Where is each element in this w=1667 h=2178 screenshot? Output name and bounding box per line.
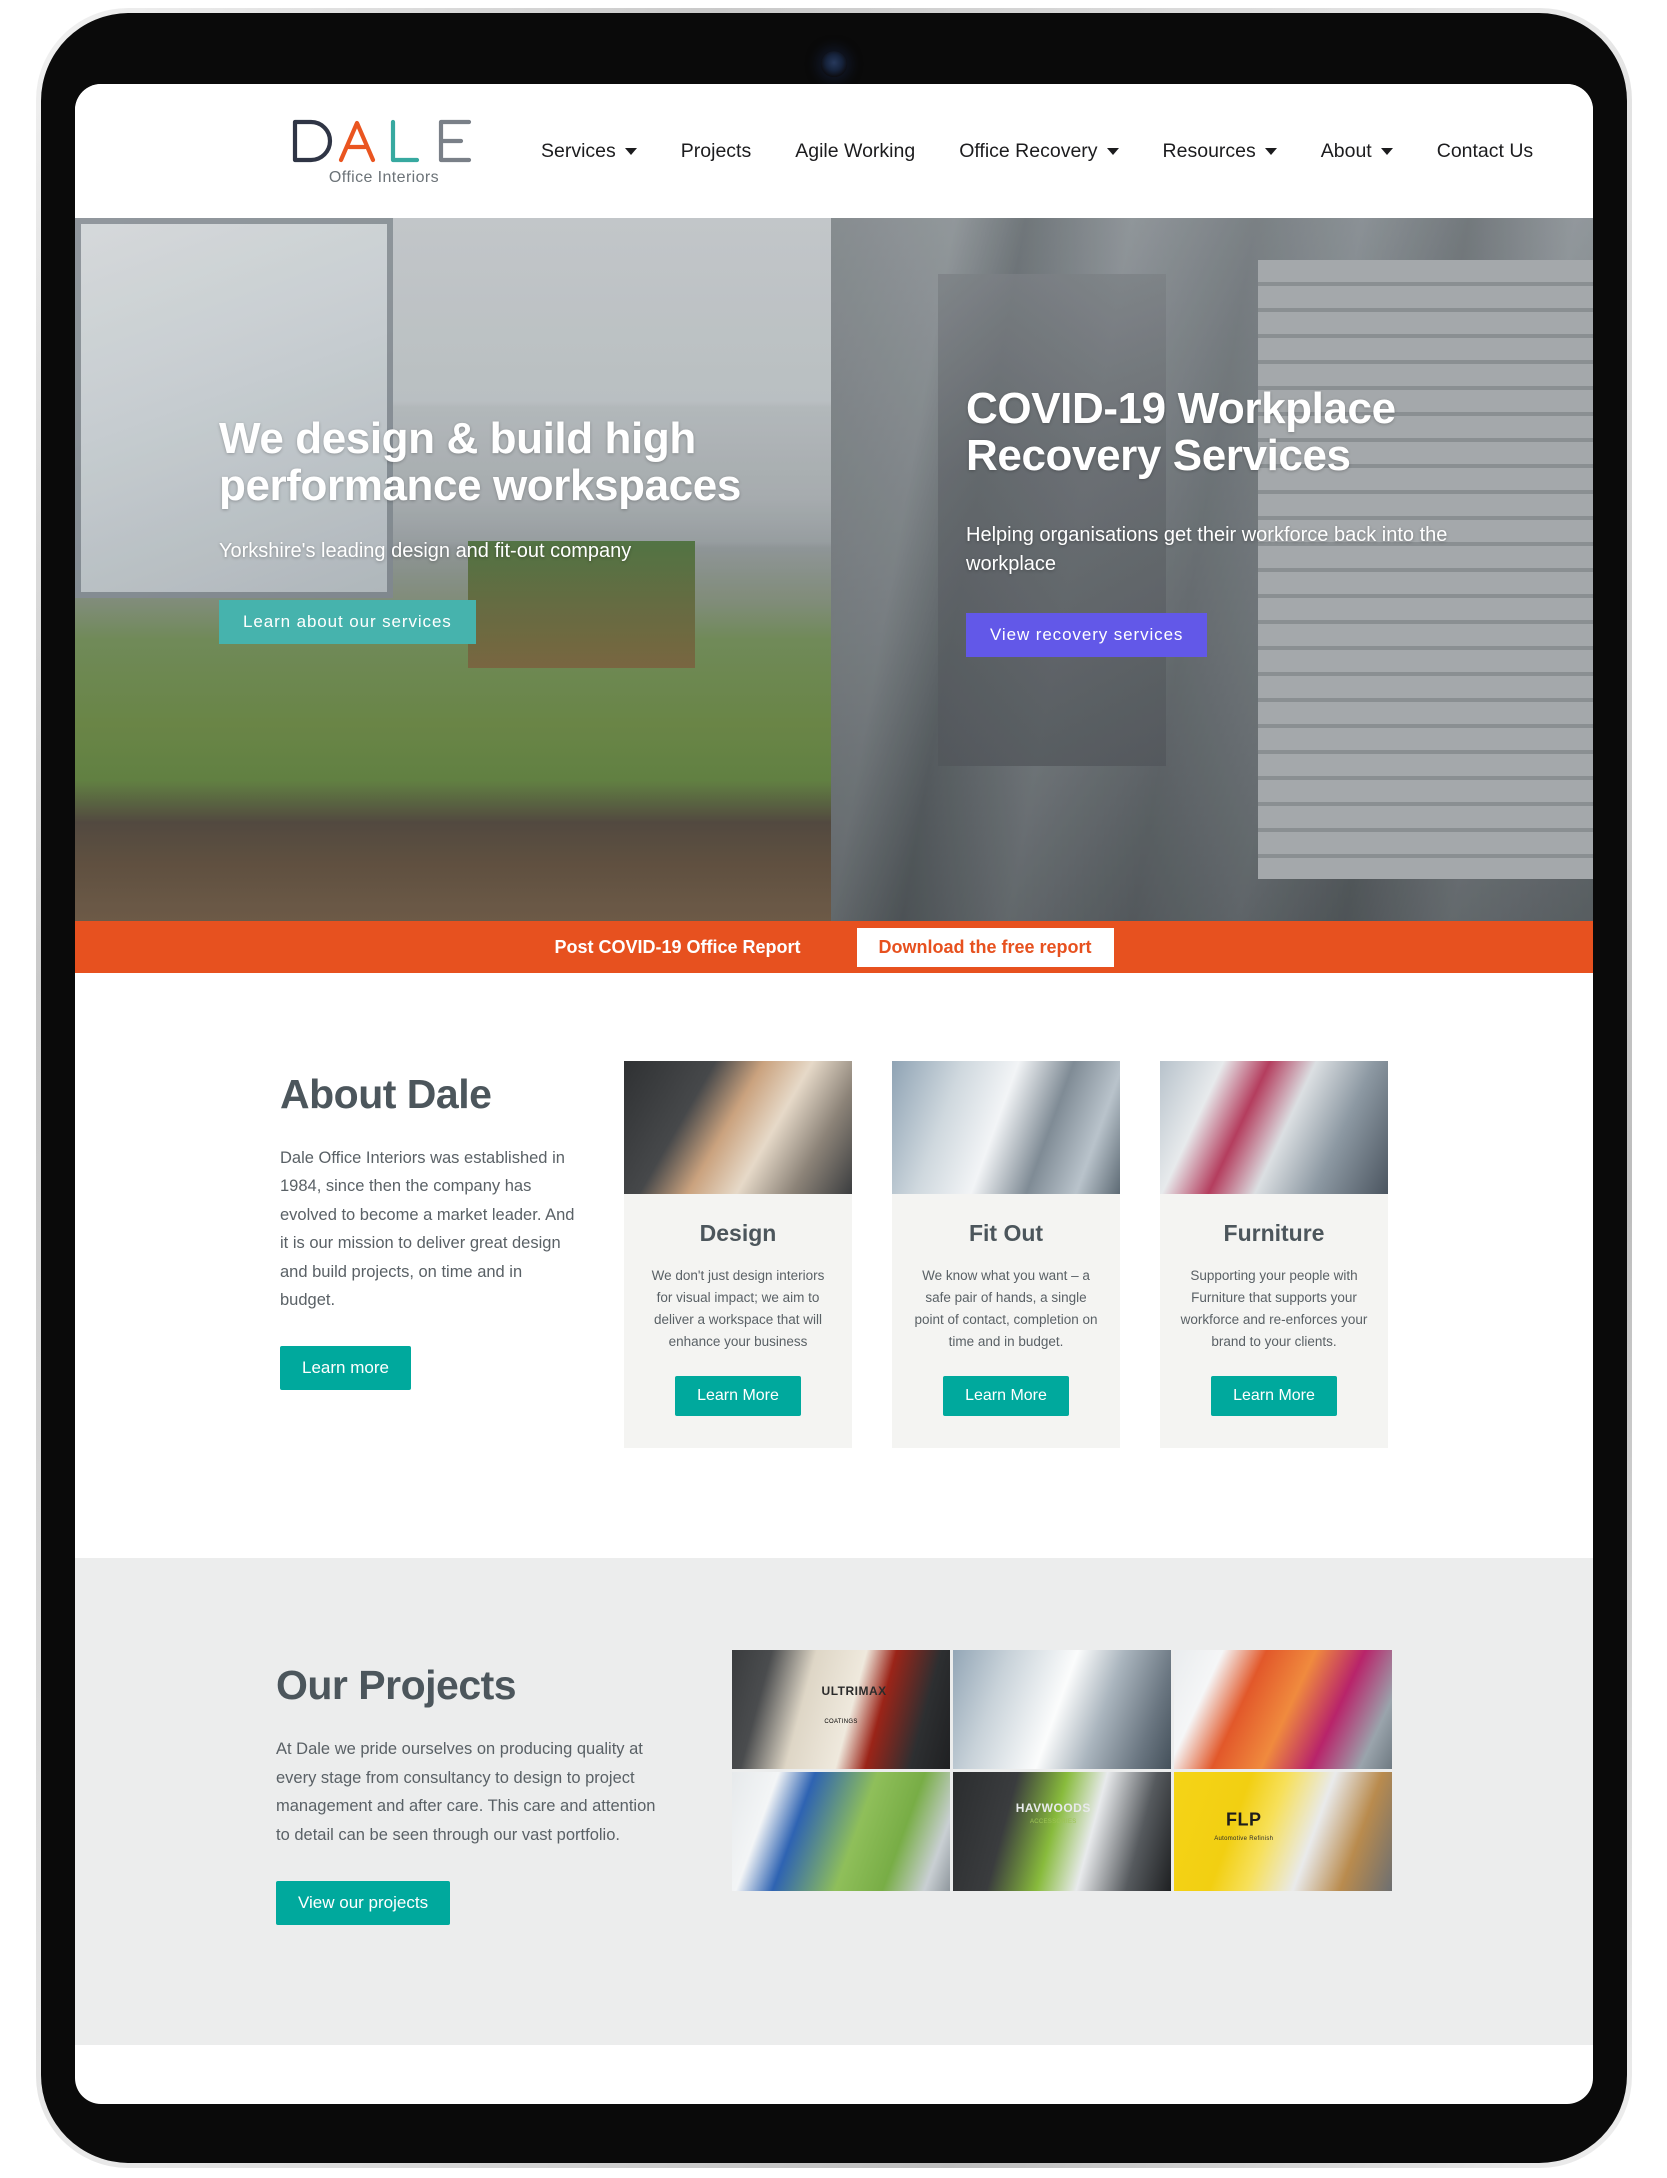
- front-camera-icon: [821, 51, 847, 77]
- tablet-bezel: Office Interiors Services Projects Agile…: [41, 13, 1627, 2163]
- nav-item-projects[interactable]: Projects: [659, 132, 773, 171]
- hero-panel-covid-recovery[interactable]: COVID-19 Workplace Recovery Services Hel…: [831, 218, 1593, 921]
- card-learn-more-button[interactable]: Learn More: [1211, 1376, 1337, 1417]
- report-banner: Post COVID-19 Office Report Download the…: [75, 921, 1593, 973]
- service-card-furniture[interactable]: Furniture Supporting your people with Fu…: [1160, 1061, 1388, 1449]
- project-tile-label: FLP: [1226, 1809, 1262, 1830]
- chevron-down-icon: [1264, 147, 1277, 155]
- chevron-down-icon: [1106, 147, 1119, 155]
- hero-panel-design-build[interactable]: We design & build high performance works…: [75, 218, 831, 921]
- nav-item-contact-us[interactable]: Contact Us: [1415, 132, 1555, 171]
- card-learn-more-button[interactable]: Learn More: [943, 1376, 1069, 1417]
- card-title: Design: [699, 1220, 777, 1246]
- about-title: About Dale: [280, 1071, 492, 1117]
- card-title: Furniture: [1223, 1220, 1325, 1246]
- nav-item-agile-working[interactable]: Agile Working: [773, 132, 937, 171]
- screenshot-stage: Office Interiors Services Projects Agile…: [0, 0, 1667, 2178]
- projects-image-grid: ULTRIMAX COATINGS HAVWOODS ACCESSORIES F…: [732, 1650, 1392, 1925]
- project-tile-label: ULTRIMAX: [821, 1683, 887, 1698]
- site-header: Office Interiors Services Projects Agile…: [75, 84, 1593, 218]
- project-tile-sublabel: Automotive Refinish: [1214, 1836, 1274, 1843]
- project-tile-sublabel: COATINGS: [824, 1718, 858, 1725]
- nav-label: Projects: [680, 139, 752, 162]
- project-tile[interactable]: HAVWOODS ACCESSORIES: [953, 1772, 1171, 1892]
- service-card-fit-out[interactable]: Fit Out We know what you want – a safe p…: [892, 1061, 1120, 1449]
- download-report-button[interactable]: Download the free report: [856, 927, 1114, 967]
- service-cards: Design We don't just design interiors fo…: [624, 1061, 1388, 1449]
- project-tile-label: HAVWOODS: [1015, 1801, 1091, 1816]
- nav-item-resources[interactable]: Resources: [1141, 132, 1299, 171]
- learn-about-services-button[interactable]: Learn about our services: [219, 600, 476, 645]
- card-title: Fit Out: [968, 1220, 1044, 1246]
- nav-item-about[interactable]: About: [1299, 132, 1415, 171]
- nav-item-services[interactable]: Services: [519, 132, 659, 171]
- chevron-down-icon: [624, 147, 637, 155]
- about-section: About Dale Dale Office Interiors was est…: [75, 973, 1593, 1559]
- main-navigation: Services Projects Agile Working Office R…: [519, 132, 1555, 171]
- card-image-fit-out: [892, 1061, 1120, 1194]
- hero-subtitle: Yorkshire's leading design and fit-out c…: [219, 540, 632, 563]
- nav-label: Agile Working: [795, 139, 916, 162]
- projects-body-text: At Dale we pride ourselves on producing …: [276, 1740, 656, 1844]
- project-tile[interactable]: [732, 1772, 950, 1892]
- hero-section: We design & build high performance works…: [75, 218, 1593, 921]
- card-image-furniture: [1160, 1061, 1388, 1194]
- service-card-design[interactable]: Design We don't just design interiors fo…: [624, 1061, 852, 1449]
- card-description: We know what you want – a safe pair of h…: [914, 1268, 1098, 1349]
- about-body-text: Dale Office Interiors was established in…: [280, 1149, 575, 1309]
- hero-content-left: We design & build high performance works…: [219, 414, 779, 645]
- project-tile[interactable]: ULTRIMAX COATINGS: [732, 1650, 950, 1770]
- card-description: Supporting your people with Furniture th…: [1180, 1268, 1368, 1349]
- project-tile[interactable]: [953, 1650, 1171, 1770]
- about-learn-more-button[interactable]: Learn more: [280, 1346, 411, 1391]
- projects-text-column: Our Projects At Dale we pride ourselves …: [276, 1650, 656, 1925]
- dale-wordmark-icon: [292, 119, 472, 162]
- view-projects-button[interactable]: View our projects: [276, 1880, 451, 1925]
- project-tile[interactable]: FLP Automotive Refinish: [1174, 1772, 1392, 1892]
- about-text-column: About Dale Dale Office Interiors was est…: [280, 1061, 580, 1448]
- projects-title: Our Projects: [276, 1662, 517, 1709]
- tablet-screen: Office Interiors Services Projects Agile…: [75, 84, 1593, 2104]
- project-tile[interactable]: [1174, 1650, 1392, 1770]
- card-learn-more-button[interactable]: Learn More: [675, 1376, 801, 1417]
- chevron-down-icon: [1380, 147, 1393, 155]
- nav-label: About: [1320, 139, 1372, 162]
- projects-section: Our Projects At Dale we pride ourselves …: [75, 1558, 1593, 2045]
- card-image-design: [624, 1061, 852, 1194]
- nav-label: Resources: [1162, 139, 1256, 162]
- card-description: We don't just design interiors for visua…: [651, 1268, 825, 1349]
- hero-title: COVID-19 Workplace Recovery Services: [966, 384, 1396, 480]
- nav-label: Office Recovery: [959, 139, 1098, 162]
- hero-subtitle: Helping organisations get their workforc…: [966, 524, 1448, 576]
- about-inner: About Dale Dale Office Interiors was est…: [280, 1061, 1388, 1449]
- view-recovery-services-button[interactable]: View recovery services: [966, 613, 1208, 658]
- nav-label: Contact Us: [1436, 139, 1534, 162]
- tablet-frame: Office Interiors Services Projects Agile…: [36, 8, 1632, 2168]
- logo-tagline: Office Interiors: [328, 168, 440, 186]
- report-banner-text: Post COVID-19 Office Report: [554, 936, 801, 957]
- nav-item-office-recovery[interactable]: Office Recovery: [937, 132, 1140, 171]
- project-tile-sublabel: ACCESSORIES: [1029, 1819, 1077, 1826]
- projects-inner: Our Projects At Dale we pride ourselves …: [276, 1650, 1392, 1925]
- nav-label: Services: [541, 139, 616, 162]
- hero-title: We design & build high performance works…: [219, 414, 741, 510]
- site-logo[interactable]: Office Interiors: [289, 116, 479, 187]
- hero-content-right: COVID-19 Workplace Recovery Services Hel…: [966, 384, 1486, 658]
